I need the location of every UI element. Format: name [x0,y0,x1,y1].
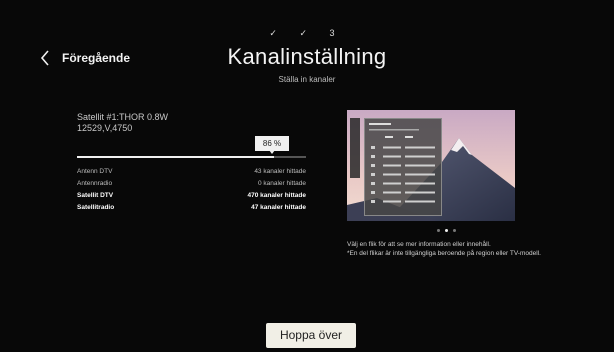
page-dot-1[interactable] [437,229,440,232]
page-dot-3[interactable] [453,229,456,232]
result-name: Satellit DTV [77,192,114,199]
result-count: 0 kanaler hittade [257,180,306,187]
result-count: 47 kanaler hittade [251,204,306,211]
result-row-antenna-radio: Antennradio 0 kanaler hittade [77,180,306,187]
progress-badge-pointer [269,150,275,154]
page-indicator [437,229,456,232]
result-row-satellite-dtv: Satellit DTV 470 kanaler hittade [77,192,306,199]
satellite-frequency: 12529,V,4750 [77,123,133,133]
page-subtitle: Ställa in kanaler [278,75,336,84]
tv-setup-screen: ✓ ✓ 3 Föregående Kanalinställning Ställa… [0,0,614,352]
info-text: Välj en flik för att se mer information … [347,241,567,258]
result-name: Antennradio [77,180,113,187]
satellite-name: Satellit #1:THOR 0.8W [77,112,169,122]
info-line-2: *En del flikar är inte tillgängliga bero… [347,249,541,257]
result-name: Antenn DTV [77,168,113,175]
page-dot-2[interactable] [445,229,448,232]
page-title: Kanalinställning [227,44,387,69]
info-line-1: Välj en flik för att se mer information … [347,241,491,248]
skip-button[interactable]: Hoppa över [266,323,356,348]
progress-percent-badge: 86 % [255,136,289,151]
step-indicator: ✓ ✓ 3 [0,28,614,39]
satellite-info: Satellit #1:THOR 0.8W 12529,V,4750 [77,112,168,134]
progress-bar [77,156,306,158]
result-count: 470 kanaler hittade [247,192,306,199]
step-2-check: ✓ [299,28,318,38]
settings-list-illustration [369,123,435,203]
step-3-number: 3 [329,28,345,38]
step-1-check: ✓ [269,28,287,38]
progress-bar-fill [77,156,274,158]
result-name: Satellitradio [77,204,115,211]
preview-side-menu [350,118,360,178]
result-row-satellite-radio: Satellitradio 47 kanaler hittade [77,204,306,211]
result-row-antenna-dtv: Antenn DTV 43 kanaler hittade [77,168,306,175]
result-count: 43 kanaler hittade [254,168,306,175]
feature-preview-image [347,110,515,221]
preview-settings-panel [364,118,442,216]
